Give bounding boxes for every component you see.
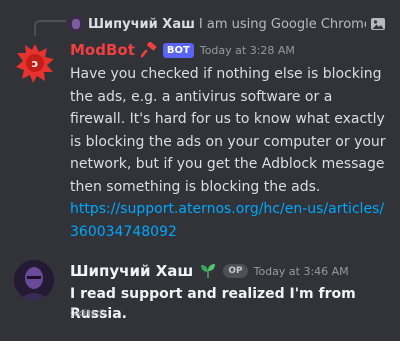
user-avatar[interactable] [14,260,54,300]
reply-avatar[interactable] [68,16,84,32]
reply-connector [34,20,66,36]
user-message-header: Шипучий Хаш OP Today at 3:46 AM [70,261,349,281]
bot-message-content: Have you checked if nothing else is bloc… [70,63,388,243]
reply-preview[interactable]: Шипучий Хаш I am using Google Chrome, Th [68,14,386,34]
svg-text:ↄ: ↄ [32,57,39,70]
bot-username[interactable]: ModBot [70,41,135,59]
bot-message-header: ModBot BOT Today at 3:28 AM [70,40,295,60]
image-icon [370,16,386,32]
op-badge: OP [223,264,248,278]
modbot-avatar[interactable]: ↄ [14,42,56,84]
edited-label: (edited) [70,309,106,319]
bot-timestamp[interactable]: Today at 3:28 AM [200,44,295,57]
user-message-text: I read support and realized I'm from Rus… [70,286,356,322]
bot-badge: BOT [162,42,194,58]
moderator-hammer-icon [140,41,157,58]
sprout-icon [199,263,217,279]
reply-text[interactable]: I am using Google Chrome, Th [199,17,366,32]
user-timestamp[interactable]: Today at 3:46 AM [254,265,349,278]
bot-message-text: Have you checked if nothing else is bloc… [70,66,386,195]
user-username[interactable]: Шипучий Хаш [70,262,193,280]
reply-author[interactable]: Шипучий Хаш [88,17,195,32]
support-link[interactable]: https://support.aternos.org/hc/en-us/art… [70,201,384,240]
